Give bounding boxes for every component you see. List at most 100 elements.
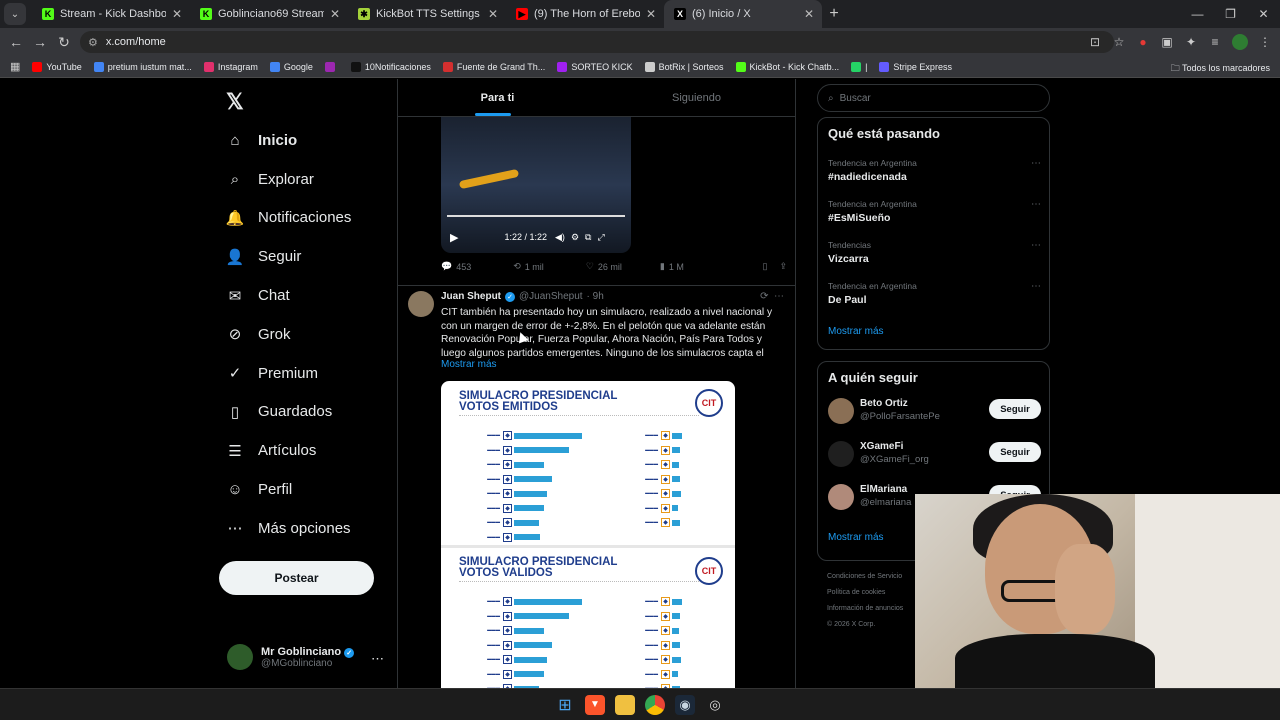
- avatar[interactable]: [408, 291, 434, 317]
- tab-search-button[interactable]: ⌄: [4, 3, 26, 25]
- tweet-time[interactable]: · 9h: [587, 291, 604, 302]
- steam-icon[interactable]: ◉: [675, 694, 695, 715]
- browser-tab[interactable]: K Stream - Kick Dashboard ✕: [32, 0, 190, 28]
- tab-close-icon[interactable]: ✕: [488, 7, 498, 21]
- tab-close-icon[interactable]: ✕: [172, 7, 182, 21]
- bookmark-item[interactable]: Fuente de Grand Th...: [437, 61, 551, 72]
- browser-tab[interactable]: K Goblinciano69 Stream - Watch ✕: [190, 0, 348, 28]
- bookmark-icon[interactable]: ▯: [763, 261, 768, 272]
- post-button[interactable]: Postear: [219, 561, 374, 595]
- show-more-link[interactable]: Mostrar más: [441, 359, 497, 370]
- bookmark-item[interactable]: BotRix | Sorteos: [639, 61, 730, 72]
- trend-item[interactable]: Tendencia en Argentina #EsMiSueño ⋯: [828, 199, 1041, 224]
- footer-link[interactable]: Condiciones de Servicio: [827, 569, 903, 585]
- browser-tab[interactable]: X (6) Inicio / X ✕: [664, 0, 822, 28]
- follow-suggestion[interactable]: Beto Ortiz @PolloFarsantePe Seguir: [828, 396, 1041, 428]
- sidebar-item-premium[interactable]: ✓ Premium: [226, 354, 351, 393]
- sidebar-item-notificaciones[interactable]: 🔔 Notificaciones: [226, 199, 352, 238]
- sidebar-item-perfil[interactable]: ☺ Perfil: [226, 470, 351, 509]
- footer-link[interactable]: Información de anuncios: [827, 601, 903, 617]
- bookmark-item[interactable]: Google: [264, 61, 319, 72]
- forward-icon[interactable]: →: [28, 34, 52, 50]
- bookmark-item[interactable]: Instagram: [198, 61, 264, 72]
- extensions-puzzle-icon[interactable]: ✦: [1184, 35, 1198, 49]
- bookmark-item[interactable]: SORTEO KICK: [551, 61, 638, 72]
- browser-tab[interactable]: ▶ (9) The Horn of Erebor | ISOLAT ✕: [506, 0, 664, 28]
- browser-tab[interactable]: ✱ KickBot TTS Settings ✕: [348, 0, 506, 28]
- trend-item[interactable]: Tendencia en Argentina De Paul ⋯: [828, 281, 1041, 306]
- install-app-icon[interactable]: ⊡: [1088, 35, 1102, 49]
- tab-siguiendo[interactable]: Siguiendo: [597, 79, 795, 116]
- trend-item[interactable]: Tendencias Vizcarra ⋯: [828, 240, 1041, 265]
- video-player[interactable]: ▶ 1:22 / 1:22 ◀) ⚙ ⧉ ⤢: [441, 117, 631, 253]
- play-icon[interactable]: ▶: [450, 231, 458, 244]
- trends-show-more[interactable]: Mostrar más: [828, 326, 884, 337]
- chrome-menu-icon[interactable]: ⋮: [1258, 35, 1272, 49]
- apps-icon[interactable]: ▦: [4, 60, 26, 73]
- bookmark-star-icon[interactable]: ☆: [1112, 35, 1126, 49]
- bookmark-item[interactable]: [319, 61, 345, 72]
- bookmark-item[interactable]: |: [845, 61, 873, 72]
- footer-link[interactable]: Política de cookies: [827, 585, 903, 601]
- tab-close-icon[interactable]: ✕: [330, 7, 340, 21]
- follow-show-more[interactable]: Mostrar más: [828, 532, 884, 543]
- volume-icon[interactable]: ◀): [555, 232, 565, 243]
- tab-close-icon[interactable]: ✕: [646, 7, 656, 21]
- site-info-icon[interactable]: ⚙: [88, 36, 98, 49]
- sidebar-item-grok[interactable]: ⊘ Grok: [226, 315, 351, 354]
- sidebar-item-guardados[interactable]: ▯ Guardados: [226, 393, 351, 432]
- video-progress-bar[interactable]: [447, 215, 625, 217]
- sidebar-item-inicio[interactable]: ⌂ Inicio: [226, 121, 351, 160]
- trend-more-icon[interactable]: ⋯: [1031, 158, 1041, 169]
- trend-item[interactable]: Tendencia en Argentina #nadiedicenada ⋯: [828, 158, 1041, 183]
- tweet-image[interactable]: SIMULACRO PRESIDENCIAL VOTOS EMITIDOS CI…: [441, 381, 735, 688]
- extension-icon[interactable]: ▣: [1160, 35, 1174, 49]
- brave-icon[interactable]: ▼: [585, 694, 605, 715]
- views-button[interactable]: ▮ 1 M: [660, 261, 684, 272]
- maximize-button[interactable]: ❐: [1214, 0, 1247, 28]
- sidebar-item-chat[interactable]: ✉ Chat: [226, 276, 351, 315]
- repost-button[interactable]: ⟲ 1 mil: [513, 261, 544, 272]
- trend-more-icon[interactable]: ⋯: [1031, 240, 1041, 251]
- trend-more-icon[interactable]: ⋯: [1031, 281, 1041, 292]
- obs-icon[interactable]: ◎: [705, 695, 725, 715]
- bookmark-item[interactable]: pretium iustum mat...: [88, 61, 198, 72]
- avatar[interactable]: [828, 484, 854, 510]
- trend-more-icon[interactable]: ⋯: [1031, 199, 1041, 210]
- account-more-icon[interactable]: ⋯: [371, 651, 384, 667]
- follow-button[interactable]: Seguir: [989, 399, 1041, 419]
- tab-para-ti[interactable]: Para ti: [398, 79, 597, 116]
- profile-avatar-icon[interactable]: [1232, 34, 1248, 50]
- close-window-button[interactable]: ✕: [1247, 0, 1280, 28]
- share-icon[interactable]: ⇪: [779, 261, 787, 272]
- minimize-button[interactable]: —: [1181, 0, 1214, 28]
- tab-close-icon[interactable]: ✕: [804, 7, 814, 21]
- reload-icon[interactable]: ↻: [52, 34, 76, 51]
- chrome-icon[interactable]: [645, 694, 665, 715]
- media-control-icon[interactable]: ≡: [1208, 35, 1222, 49]
- new-tab-button[interactable]: +: [822, 5, 846, 23]
- settings-icon[interactable]: ⚙: [571, 232, 579, 243]
- pip-icon[interactable]: ⧉: [585, 232, 591, 243]
- like-button[interactable]: ♡ 26 mil: [586, 261, 622, 272]
- search-input[interactable]: ⌕ Buscar: [817, 84, 1050, 112]
- bookmark-item[interactable]: 10Notificaciones: [345, 61, 437, 72]
- sidebar-item-explorar[interactable]: ⌕ Explorar: [226, 160, 351, 199]
- account-switcher[interactable]: Mr Goblinciano ✓ @MGoblinciano: [227, 644, 355, 670]
- sidebar-item-artículos[interactable]: ☰ Artículos: [226, 431, 351, 470]
- author-handle[interactable]: @JuanSheput: [519, 291, 583, 302]
- windows-start-icon[interactable]: ⊞: [555, 695, 575, 715]
- bookmark-item[interactable]: KickBot - Kick Chatb...: [730, 61, 846, 72]
- author-name[interactable]: Juan Sheput: [441, 291, 501, 302]
- bookmark-item[interactable]: Stripe Express: [873, 61, 958, 72]
- tweet-more-icon[interactable]: ⟳ ⋯: [760, 291, 784, 302]
- x-logo-icon[interactable]: 𝕏: [226, 89, 244, 115]
- sidebar-item-más-opciones[interactable]: ⋯ Más opciones: [226, 509, 351, 548]
- bookmark-item[interactable]: YouTube: [26, 61, 87, 72]
- avatar[interactable]: [828, 441, 854, 467]
- follow-suggestion[interactable]: XGameFi @XGameFi_org Seguir: [828, 439, 1041, 471]
- fullscreen-icon[interactable]: ⤢: [597, 232, 604, 243]
- address-bar[interactable]: ⚙ x.com/home: [80, 31, 1114, 53]
- extension-record-icon[interactable]: ●: [1136, 35, 1150, 49]
- follow-button[interactable]: Seguir: [989, 442, 1041, 462]
